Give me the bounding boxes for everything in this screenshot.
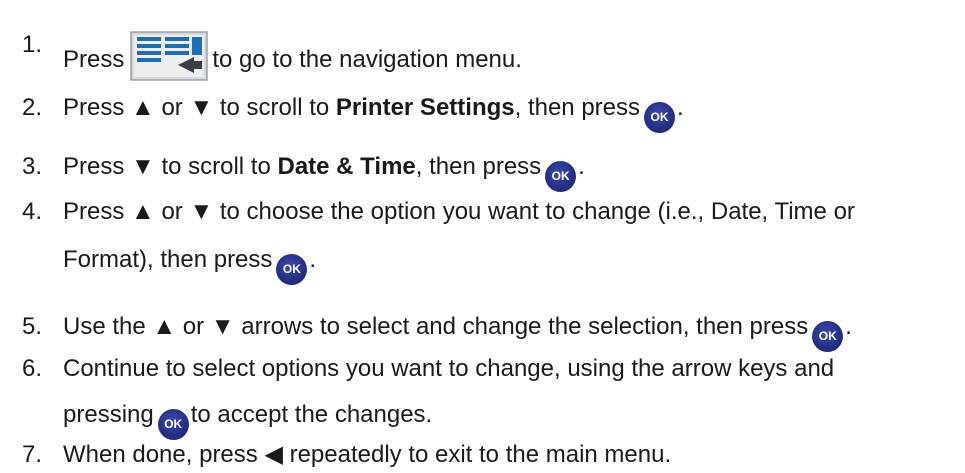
step-number: 6. <box>22 355 43 382</box>
step-text: . <box>578 153 585 180</box>
ok-button-icon <box>157 409 189 440</box>
ok-button-icon <box>644 102 676 133</box>
step-text: pressing <box>63 401 154 428</box>
step-number: 7. <box>22 441 43 468</box>
step-text: Press ▲ or ▼ to scroll to <box>63 94 336 121</box>
step-number: 2. <box>22 94 43 121</box>
menu-item-printer-settings: Printer Settings <box>335 94 515 121</box>
step-number: 4. <box>22 198 43 225</box>
menu-item-date-time: Date & Time <box>277 153 416 180</box>
ok-button-icon <box>276 254 308 285</box>
step-text: Continue to select options you want to c… <box>63 355 835 382</box>
step-text: Use the ▲ or ▼ arrows to select and chan… <box>63 313 809 340</box>
step-6-continuation: pressing to accept the changes. <box>63 401 432 440</box>
step-text: Format), then press <box>63 246 273 273</box>
ok-button-icon <box>812 321 844 352</box>
step-text: Press <box>63 46 125 73</box>
step-4-continuation: Format), then press. <box>63 246 316 285</box>
step-number: 5. <box>22 313 43 340</box>
step-text: to go to the navigation menu. <box>212 46 522 73</box>
step-text: Press ▲ or ▼ to choose the option you wa… <box>63 198 855 225</box>
step-text: . <box>677 94 684 121</box>
navigation-menu-icon <box>130 31 209 81</box>
step-text: to accept the changes. <box>190 401 433 428</box>
ok-button-icon <box>545 161 577 192</box>
step-text: When done, press ◀ repeatedly to exit to… <box>63 441 672 468</box>
step-text: . <box>845 313 852 340</box>
step-number: 1. <box>22 31 43 58</box>
step-text: . <box>309 246 317 273</box>
step-number: 3. <box>22 153 43 180</box>
step-text: , then press <box>415 153 542 180</box>
step-text: , then press <box>514 94 641 121</box>
step-text: Press ▼ to scroll to <box>63 153 278 180</box>
